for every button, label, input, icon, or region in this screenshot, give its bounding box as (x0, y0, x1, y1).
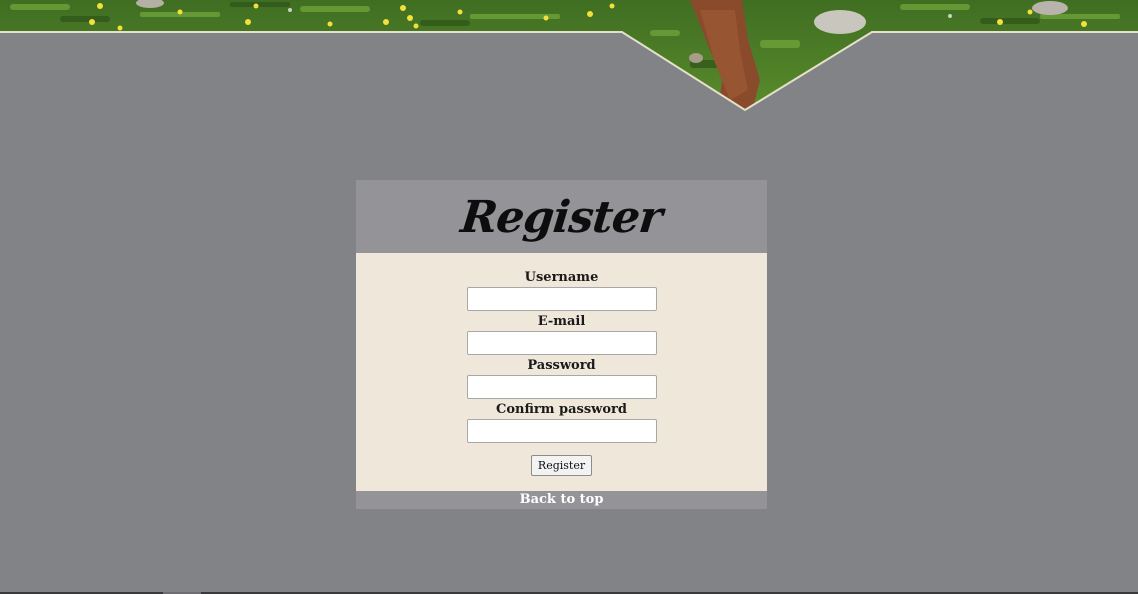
password-label: Password (527, 358, 596, 373)
username-field-group: Username (466, 269, 657, 311)
password-input[interactable] (466, 375, 657, 399)
page-title: Register (458, 192, 665, 243)
email-field-group: E-mail (466, 313, 657, 355)
confirm-password-input[interactable] (466, 419, 657, 443)
register-panel: Register Username E-mail Password Confir… (356, 180, 767, 509)
email-input[interactable] (466, 331, 657, 355)
confirm-password-label: Confirm password (495, 402, 627, 417)
header-banner (0, 0, 1138, 112)
back-to-top-link[interactable]: Back to top (356, 491, 767, 509)
page: Register Username E-mail Password Confir… (0, 0, 1138, 594)
password-field-group: Password (466, 357, 657, 399)
email-label: E-mail (537, 314, 586, 329)
register-form: Username E-mail Password Confirm passwor… (356, 253, 767, 491)
username-label: Username (524, 270, 599, 285)
register-header: Register (356, 180, 767, 253)
username-input[interactable] (466, 287, 657, 311)
confirm-password-field-group: Confirm password (466, 401, 657, 443)
grass-trail-photo (0, 0, 1138, 112)
register-button[interactable]: Register (530, 455, 593, 476)
